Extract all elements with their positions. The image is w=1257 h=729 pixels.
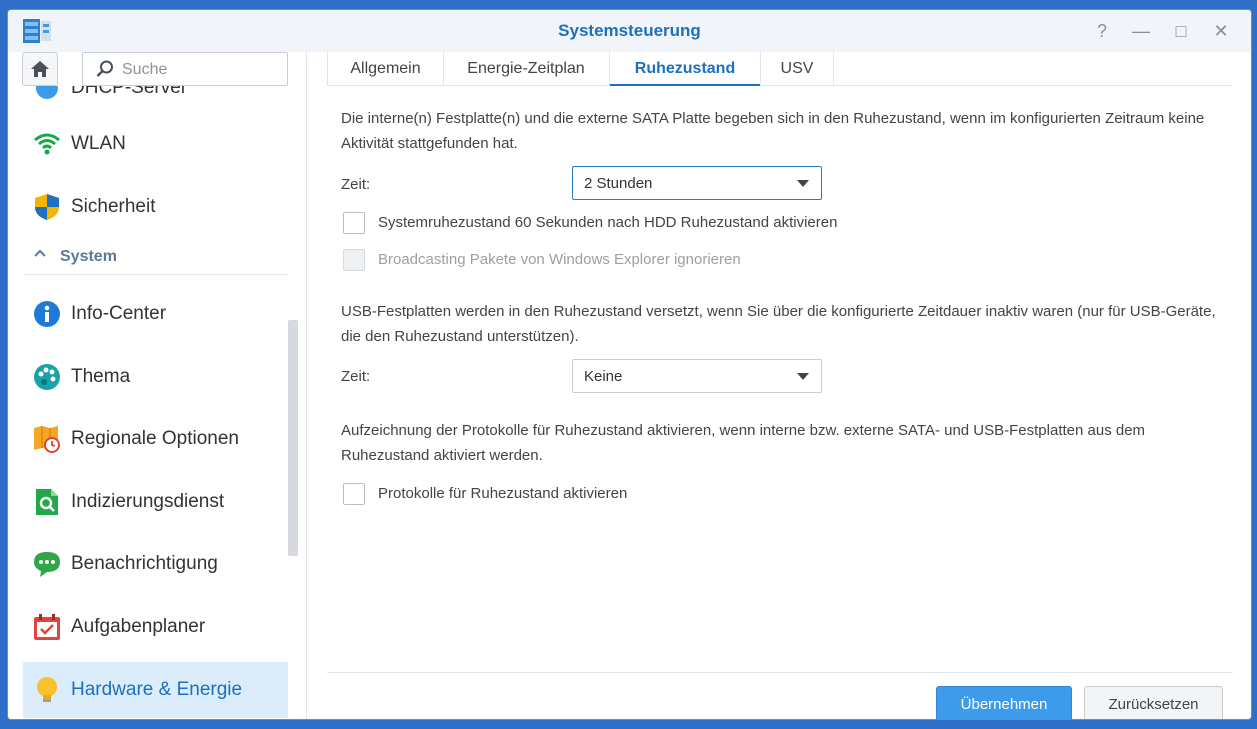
hibernation-log-checkbox[interactable] — [343, 483, 365, 505]
tab-label: USV — [780, 59, 814, 77]
help-button[interactable]: ? — [1091, 20, 1113, 42]
maximize-icon: □ — [1175, 21, 1187, 41]
sidebar-item-wlan[interactable]: WLAN — [23, 116, 288, 172]
broadcast-ignore-label: Broadcasting Pakete von Windows Explorer… — [378, 251, 741, 268]
home-icon — [31, 61, 49, 77]
control-panel-window: Systemsteuerung ? — □ ✕ DHCP-Server WLAN… — [8, 10, 1251, 719]
caret-down-icon — [797, 180, 809, 187]
sidebar-item-benachrichtigung[interactable]: Benachrichtigung — [23, 536, 288, 592]
sidebar-item-label: Regionale Optionen — [71, 428, 239, 449]
tab-bar: Allgemein Energie-Zeitplan Ruhezustand U… — [327, 52, 1233, 86]
tab-usv[interactable]: USV — [761, 52, 834, 85]
window-title: Systemsteuerung — [558, 21, 701, 40]
tab-label: Energie-Zeitplan — [467, 59, 585, 77]
sidebar: DHCP-Server WLAN Sicherheit System Info-… — [8, 52, 307, 719]
tab-label: Allgemein — [350, 59, 421, 77]
hibernation-log-label[interactable]: Protokolle für Ruhezustand aktivieren — [378, 485, 627, 502]
sidebar-scrollbar[interactable] — [288, 320, 298, 556]
minimize-button[interactable]: — — [1130, 20, 1152, 42]
map-clock-icon — [33, 425, 61, 453]
usb-disk-description: USB-Festplatten werden in den Ruhezustan… — [341, 303, 1216, 345]
internal-disk-time-select[interactable]: 2 Stunden — [572, 166, 822, 200]
sidebar-item-hardware-energie[interactable]: Hardware & Energie — [23, 662, 288, 718]
close-icon: ✕ — [1213, 21, 1229, 41]
chevron-up-icon — [33, 246, 47, 265]
sidebar-item-label: Sicherheit — [71, 196, 156, 217]
sidebar-item-label: Benachrichtigung — [71, 553, 218, 574]
log-description: Aufzeichnung der Protokolle für Ruhezust… — [341, 422, 1146, 464]
search-placeholder: Suche — [122, 61, 168, 78]
dhcp-server-icon — [33, 86, 61, 102]
sidebar-list: DHCP-Server WLAN Sicherheit System Info-… — [23, 86, 288, 719]
sidebar-group-label: System — [60, 248, 117, 265]
home-button[interactable] — [22, 52, 58, 86]
palette-icon — [33, 363, 61, 391]
content-panel: Allgemein Energie-Zeitplan Ruhezustand U… — [327, 52, 1233, 719]
sidebar-item-dhcp-server[interactable]: DHCP-Server — [23, 86, 288, 116]
index-search-icon — [33, 488, 61, 516]
search-icon — [96, 60, 113, 77]
system-hibernation-label[interactable]: Systemruhezustand 60 Sekunden nach HDD R… — [378, 214, 837, 231]
info-icon — [33, 300, 61, 328]
tab-ruhezustand[interactable]: Ruhezustand — [610, 52, 761, 86]
zeit-label: Zeit: — [341, 176, 371, 193]
caret-down-icon — [797, 373, 809, 380]
sidebar-item-aufgabenplaner[interactable]: Aufgabenplaner — [23, 599, 288, 655]
sidebar-item-label: DHCP-Server — [71, 86, 188, 98]
search-input[interactable]: Suche — [82, 52, 288, 86]
sidebar-item-label: Hardware & Energie — [71, 679, 243, 700]
sidebar-item-regionale-optionen[interactable]: Regionale Optionen — [23, 411, 288, 467]
lightbulb-icon — [33, 676, 61, 704]
sidebar-group-system[interactable]: System — [23, 240, 288, 275]
maximize-button[interactable]: □ — [1170, 20, 1192, 42]
sidebar-item-thema[interactable]: Thema — [23, 349, 288, 405]
calendar-check-icon — [33, 613, 61, 641]
apply-button[interactable]: Übernehmen — [936, 686, 1072, 719]
footer-bar: Übernehmen Zurücksetzen — [327, 672, 1233, 719]
broadcast-ignore-checkbox — [343, 249, 365, 271]
sidebar-item-label: Thema — [71, 366, 131, 387]
zeit-label: Zeit: — [341, 368, 371, 385]
usb-disk-time-select[interactable]: Keine — [572, 359, 822, 393]
tab-allgemein[interactable]: Allgemein — [327, 52, 444, 85]
sidebar-item-label: WLAN — [71, 133, 126, 154]
sidebar-item-info-center[interactable]: Info-Center — [23, 286, 288, 342]
shield-icon — [33, 193, 61, 221]
minimize-icon: — — [1132, 21, 1150, 41]
chat-bubble-icon — [33, 550, 61, 578]
reset-button[interactable]: Zurücksetzen — [1084, 686, 1223, 719]
tab-label: Ruhezustand — [634, 59, 736, 77]
close-button[interactable]: ✕ — [1210, 20, 1232, 42]
internal-disk-description: Die interne(n) Festplatte(n) und die ext… — [341, 110, 1205, 152]
system-hibernation-checkbox[interactable] — [343, 212, 365, 234]
sidebar-item-label: Info-Center — [71, 303, 167, 324]
sidebar-item-label: Indizierungsdienst — [71, 491, 225, 512]
sidebar-item-indizierungsdienst[interactable]: Indizierungsdienst — [23, 474, 288, 530]
wifi-icon — [33, 130, 61, 158]
select-value: Keine — [584, 368, 623, 385]
sidebar-item-label: Aufgabenplaner — [71, 616, 206, 637]
title-bar: Systemsteuerung ? — □ ✕ — [8, 10, 1251, 52]
select-value: 2 Stunden — [584, 175, 653, 192]
sidebar-item-sicherheit[interactable]: Sicherheit — [23, 179, 288, 235]
help-icon: ? — [1096, 21, 1107, 41]
tab-energie-zeitplan[interactable]: Energie-Zeitplan — [443, 52, 610, 85]
